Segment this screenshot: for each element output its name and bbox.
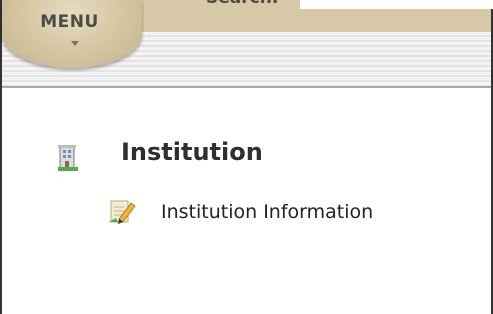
section-title: Institution bbox=[121, 138, 263, 166]
building-icon bbox=[58, 143, 78, 171]
menu-button[interactable]: MENU bbox=[2, 0, 142, 68]
search-input[interactable] bbox=[300, 0, 493, 9]
caret-down-icon bbox=[71, 41, 79, 46]
menu-label: MENU bbox=[40, 12, 99, 32]
edit-document-icon[interactable] bbox=[107, 197, 138, 225]
search-label: Search: bbox=[206, 0, 279, 8]
header-divider bbox=[2, 86, 491, 88]
institution-information-link[interactable]: Institution Information bbox=[161, 201, 373, 223]
